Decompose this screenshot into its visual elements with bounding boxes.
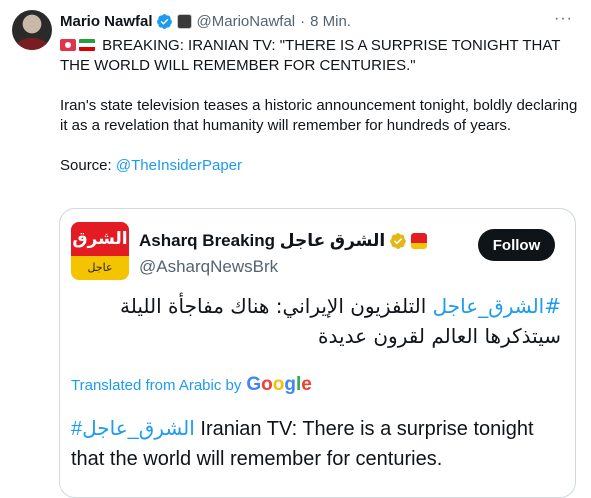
quoted-tweet-card[interactable]: الشرق عاجل Asharq Breaking الشرق عاجل @A… <box>59 208 576 498</box>
google-logo: Google <box>246 374 311 396</box>
avatar-shirt-shape <box>16 38 48 50</box>
tweet-header: Mario Nawfal @MarioNawfal · 8 Min. <box>60 11 351 31</box>
tweet-timestamp[interactable]: 8 Min. <box>310 13 351 30</box>
follow-button[interactable]: Follow <box>478 229 555 261</box>
tweet-headline: BREAKING: IRANIAN TV: "THERE IS A SURPRI… <box>60 37 561 74</box>
google-letter: G <box>246 374 262 395</box>
google-letter: o <box>261 374 273 395</box>
separator-dot: · <box>300 12 306 30</box>
translated-hashtag-link[interactable]: #الشرق_عاجل <box>71 418 195 440</box>
tweet-text: BREAKING: IRANIAN TV: "THERE IS A SURPRI… <box>60 36 582 196</box>
ellipsis-icon[interactable]: ··· <box>554 11 573 27</box>
google-letter: g <box>284 374 296 395</box>
quoted-author-name-row[interactable]: Asharq Breaking الشرق عاجل <box>139 231 428 251</box>
asharq-mini-logo-icon <box>411 233 428 249</box>
quoted-author-name[interactable]: Asharq Breaking الشرق عاجل <box>139 231 385 251</box>
author-name[interactable]: Mario Nawfal <box>60 13 153 30</box>
gold-verified-badge-icon <box>390 233 407 249</box>
arabic-hashtag-link[interactable]: #الشرق_عاجل <box>433 294 561 318</box>
tweet-headline-paragraph: BREAKING: IRANIAN TV: "THERE IS A SURPRI… <box>60 36 582 76</box>
asharq-avatar-text-bottom: عاجل <box>87 261 113 274</box>
quoted-author-handle[interactable]: @AsharqNewsBrk <box>139 257 278 277</box>
affiliate-badge-icon <box>176 13 192 29</box>
translated-label-text: Translated from Arabic by <box>71 377 242 394</box>
tweet-body: Iran's state television teases a histori… <box>60 97 578 134</box>
translated-text: #الشرق_عاجل Iranian TV: There is a surpr… <box>71 414 561 474</box>
author-avatar[interactable] <box>12 10 52 50</box>
siren-emoji-icon <box>60 39 76 51</box>
author-handle[interactable]: @MarioNawfal <box>197 13 296 30</box>
iran-flag-icon <box>79 39 95 51</box>
asharq-avatar[interactable]: الشرق عاجل <box>71 222 129 280</box>
asharq-avatar-text-top: الشرق <box>71 222 129 256</box>
tweet-source: Source: @TheInsiderPaper <box>60 156 582 176</box>
source-link[interactable]: @TheInsiderPaper <box>116 157 242 174</box>
google-letter: e <box>301 374 312 395</box>
quoted-arabic-text: #الشرق_عاجل التلفزيون الإيراني: هناك مفا… <box>71 291 561 351</box>
translated-by-label[interactable]: Translated from Arabic by Google <box>71 374 312 396</box>
verified-badge-icon <box>156 13 172 29</box>
google-letter: o <box>272 374 285 395</box>
source-label: Source: <box>60 157 112 174</box>
